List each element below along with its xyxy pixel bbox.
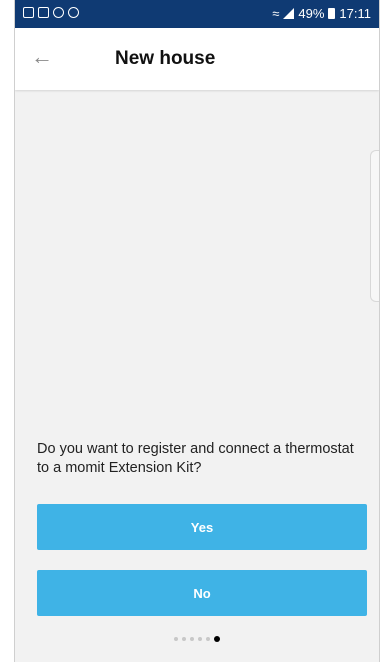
no-button[interactable]: No xyxy=(37,570,367,616)
page-dot-active xyxy=(214,636,220,642)
page-dot xyxy=(182,637,186,641)
page-dot xyxy=(174,637,178,641)
wifi-icon: ≈ xyxy=(272,6,280,21)
app-bar: ← New house xyxy=(15,28,379,90)
image-notification-icon xyxy=(23,7,34,18)
message-notification-icon xyxy=(38,7,49,18)
clock: 17:11 xyxy=(339,6,371,21)
battery-percent: 49% xyxy=(298,6,325,21)
signal-icon xyxy=(283,8,295,19)
notification-icons xyxy=(23,7,79,18)
battery-icon xyxy=(328,8,336,19)
status-right: ≈ 49% 17:11 xyxy=(272,6,371,21)
app-notification-icon xyxy=(68,7,79,18)
page-dot xyxy=(206,637,210,641)
page-title: New house xyxy=(115,48,216,69)
sync-notification-icon xyxy=(53,7,64,18)
page-dot xyxy=(190,637,194,641)
phone-screen: ≈ 49% 17:11 ← New house Do you want to r… xyxy=(14,0,380,662)
page-indicator xyxy=(15,636,379,642)
back-arrow-icon[interactable]: ← xyxy=(31,46,53,68)
question-text: Do you want to register and connect a th… xyxy=(37,441,354,476)
status-bar: ≈ 49% 17:11 xyxy=(15,0,379,28)
yes-button[interactable]: Yes xyxy=(37,504,367,550)
page-dot xyxy=(198,637,202,641)
scroll-indicator[interactable] xyxy=(370,150,379,302)
